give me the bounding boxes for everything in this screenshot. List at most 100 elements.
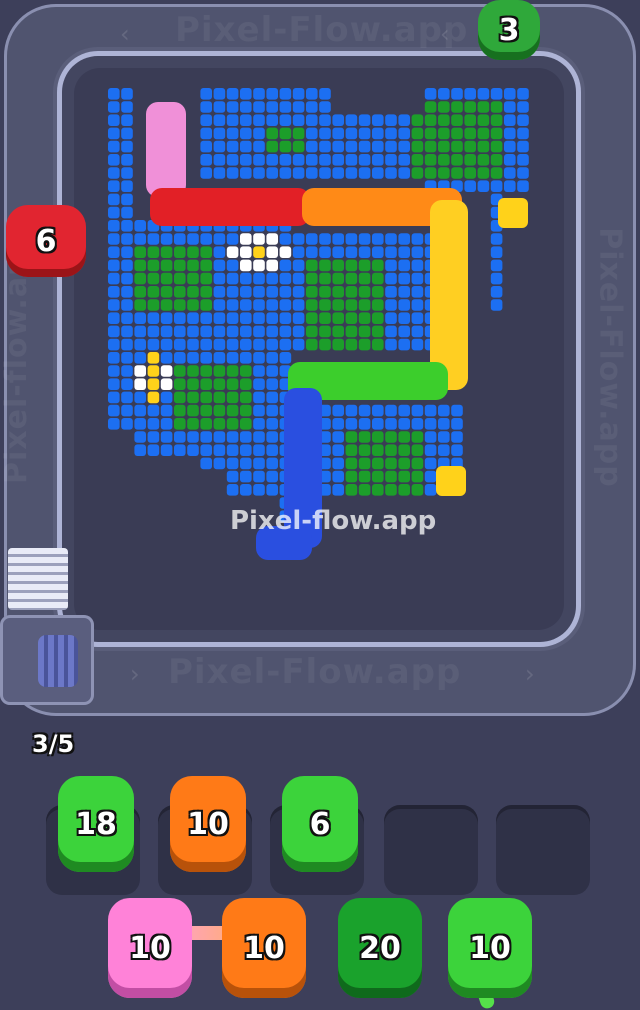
pixel [213, 167, 226, 179]
pixel [213, 391, 226, 404]
pixel [358, 404, 371, 417]
pixel [226, 154, 239, 166]
pixel [226, 312, 239, 324]
pixel [517, 127, 529, 140]
pixel [332, 457, 344, 470]
bench-unit[interactable]: 10 [448, 898, 532, 998]
queued-unit[interactable]: 6 [282, 776, 358, 872]
pixel [121, 259, 133, 272]
bench-unit[interactable]: 20 [338, 898, 422, 998]
pixel [226, 404, 239, 417]
bench-unit[interactable]: 10 [108, 898, 192, 998]
pixel [266, 418, 278, 430]
pixel [108, 154, 120, 166]
queue-slot-empty[interactable] [496, 805, 590, 895]
pixel [121, 272, 133, 285]
pixel [319, 114, 331, 126]
pixel [319, 233, 331, 245]
pixel [200, 154, 212, 166]
conveyor-unit[interactable]: 6 [6, 205, 86, 277]
pixel [398, 140, 410, 153]
pixel [490, 101, 503, 113]
pixel [279, 167, 292, 179]
launcher-dock[interactable] [0, 615, 94, 705]
pixel [398, 325, 410, 338]
pixel [424, 88, 437, 100]
pixel [213, 338, 226, 351]
pixel [187, 338, 199, 351]
pixel [200, 233, 212, 245]
pixel [490, 286, 503, 298]
pixel [451, 431, 463, 443]
pixel [200, 338, 212, 351]
pixel [292, 88, 305, 100]
pixel [438, 418, 450, 430]
pixel [187, 404, 199, 417]
pixel [398, 470, 410, 483]
pixel [292, 101, 305, 113]
pixel [319, 101, 331, 113]
pixel [200, 259, 212, 272]
pixel [438, 431, 450, 443]
pixel [292, 114, 305, 126]
pixel [358, 325, 371, 338]
pixel [121, 378, 133, 390]
pixel [438, 140, 450, 153]
pixel [187, 286, 199, 298]
queued-unit[interactable]: 10 [170, 776, 246, 872]
pixel [438, 404, 450, 417]
pixel [372, 431, 384, 443]
pixel [240, 259, 252, 272]
pixel [121, 114, 133, 126]
pixel [411, 140, 424, 153]
pixel [108, 378, 120, 390]
pixel [490, 127, 503, 140]
pixel [121, 246, 133, 258]
pixel [279, 312, 292, 324]
pixel [266, 246, 278, 258]
pixel [385, 312, 397, 324]
pixel [266, 431, 278, 443]
pixel [358, 154, 371, 166]
pixel [398, 418, 410, 430]
queued-unit[interactable]: 18 [58, 776, 134, 872]
pixel [240, 457, 252, 470]
pixel [187, 233, 199, 245]
pixel [411, 246, 424, 258]
snake-pink [146, 102, 186, 197]
pixel [200, 101, 212, 113]
pixel [319, 140, 331, 153]
pixel [306, 127, 318, 140]
pixel [319, 312, 331, 324]
pixel [160, 325, 173, 338]
pixel [332, 246, 344, 258]
pixel [108, 127, 120, 140]
pixel [240, 154, 252, 166]
conveyor-unit[interactable]: 3 [478, 0, 540, 60]
pixel [226, 484, 239, 496]
pixel [372, 140, 384, 153]
pixel [490, 88, 503, 100]
pixel [464, 114, 476, 126]
pixel [266, 378, 278, 390]
bench-unit[interactable]: 10 [222, 898, 306, 998]
pixel [424, 404, 437, 417]
spool-stack [8, 548, 68, 610]
pixel [240, 365, 252, 377]
pixel [108, 365, 120, 377]
pixel [160, 233, 173, 245]
pixel [464, 127, 476, 140]
pixel [253, 167, 265, 179]
pixel [240, 444, 252, 456]
pixel [306, 101, 318, 113]
pixel [226, 88, 239, 100]
pixel [187, 431, 199, 443]
pixel [345, 299, 358, 311]
flower-icon [436, 466, 466, 496]
pixel [292, 127, 305, 140]
pixel [240, 286, 252, 298]
queue-slot-empty[interactable] [384, 805, 478, 895]
pixel [200, 167, 212, 179]
pixel [121, 220, 133, 232]
pixel [517, 180, 529, 192]
